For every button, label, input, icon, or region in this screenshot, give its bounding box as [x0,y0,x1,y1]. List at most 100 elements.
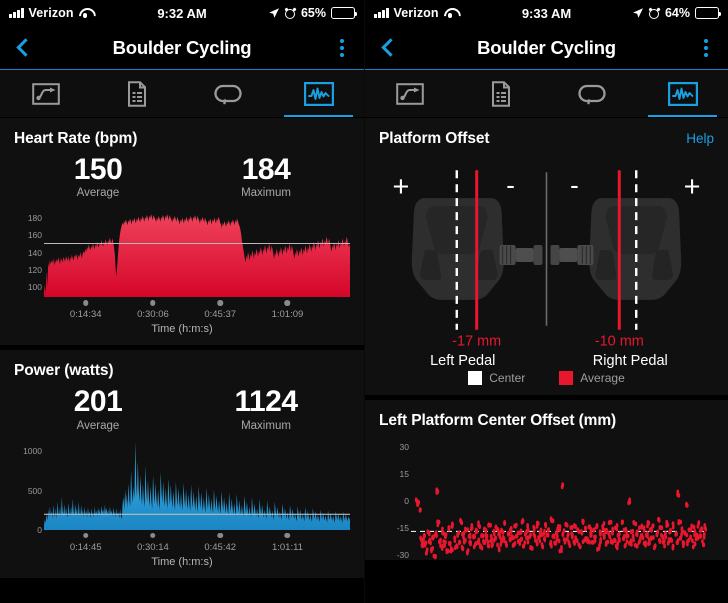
battery-icon [695,7,722,19]
heart-rate-stats: 150 Average 184 Maximum [14,153,350,199]
battery-percent-label: 64% [664,6,690,20]
y-tick-label: -30 [396,549,409,560]
x-tick-label: 0:30:14 [137,541,169,553]
right-offset-value: -10 mm [595,334,644,350]
alarm-clock-icon [648,6,661,19]
card-title: Power (watts) [14,362,114,380]
status-right-group: 64% [632,6,722,20]
wifi-icon [444,8,457,18]
legend-swatch [468,371,483,385]
y-axis-labels: 1000 500 0 [14,442,44,534]
lap-loop-icon [578,84,606,104]
platform-offset-legend: Center Average [379,371,714,385]
stat-value: 1124 [234,385,298,419]
legend-swatch [559,371,574,385]
document-list-icon [127,80,146,107]
right-pedal-graphic [550,198,682,300]
carrier-label: Verizon [28,6,74,20]
stat-value: 184 [241,153,291,186]
y-tick-label: 1000 [23,446,42,457]
stat-label: Average [76,419,120,432]
heart-rate-chart: 180 160 140 120 100 0:14:34 0:30:06 0:45:37 1:0… [14,209,350,335]
chevron-left-icon [380,38,400,57]
chart-waveform-icon [303,81,334,106]
y-tick-label: 0 [404,496,409,506]
right-outer-plus-label: + [684,171,701,203]
tab-laps[interactable] [182,70,273,117]
status-left-group: Verizon [374,6,457,20]
tab-charts[interactable] [637,70,728,117]
plot-area [411,442,714,560]
overflow-menu-icon[interactable] [684,26,728,70]
x-tick-label: 1:01:09 [271,309,304,321]
legend-label: Center [489,371,526,385]
stat-value: 150 [73,153,123,186]
y-axis-labels: 180 160 140 120 100 [14,209,44,297]
map-route-icon [31,82,60,105]
power-card: Power (watts) 201 Average 1124 Maximum 1… [0,350,364,578]
y-tick-label: 500 [27,485,42,496]
x-tick-labels: 0:14:34 0:30:06 0:45:37 1:01:09 [44,309,350,322]
y-tick-label: 160 [27,230,42,241]
power-stats: 201 Average 1124 Maximum [14,385,350,432]
left-offset-value: -17 mm [452,334,501,350]
card-title: Platform Offset [379,130,490,147]
chevron-left-icon [15,38,35,57]
x-tick-label: 0:45:42 [204,541,237,553]
x-axis-title: Time (h:m:s) [151,555,213,568]
tab-map[interactable] [365,70,456,117]
x-tick-dots [44,532,350,542]
legend-label: Average [580,371,625,385]
stat-maximum: 184 Maximum [182,153,350,199]
signal-icon [9,8,24,18]
x-tick-label: 0:14:34 [69,309,102,321]
stat-label: Maximum [241,419,291,432]
x-tick-dot [82,532,89,539]
tab-details[interactable] [456,70,547,117]
back-button[interactable] [0,26,46,70]
nav-bar-left: Boulder Cycling [0,26,364,70]
x-tick-label: 1:01:11 [271,541,303,553]
y-tick-label: 140 [27,247,42,258]
tab-map[interactable] [0,70,91,117]
platform-offset-header: Platform Offset Help [379,130,714,148]
x-tick-label: 0:45:37 [204,309,237,321]
stat-maximum: 1124 Maximum [182,385,350,432]
tab-charts[interactable] [273,70,364,117]
overflow-menu-icon[interactable] [320,26,364,70]
x-tick-dot [284,532,291,539]
lap-loop-icon [213,84,242,104]
page-title: Boulder Cycling [477,36,616,58]
map-route-icon [396,82,425,105]
card-title: Left Platform Center Offset (mm) [379,412,617,429]
status-right-group: 65% [268,6,358,20]
status-bar-right: Verizon 9:33 AM 64% [365,0,728,26]
left-platform-center-offset-card: Left Platform Center Offset (mm) 30 15 0 -1… [365,400,728,560]
heart-rate-card: Heart Rate (bpm) 150 Average 184 Maximum… [0,118,364,346]
legend-item-average: Average [559,371,625,385]
left-outer-plus-label: + [392,171,409,203]
plot-area [44,209,350,298]
x-tick-dot [217,532,223,539]
x-tick-dot [284,300,291,306]
x-tick-dots [44,299,350,309]
heart-rate-area-chart [44,214,350,298]
battery-percent-label: 65% [300,6,326,20]
carrier-label: Verizon [393,6,439,20]
x-tick-dot [150,532,156,539]
help-link[interactable]: Help [686,131,714,146]
dual-screenshot-container: Verizon 9:32 AM 65% Boulder Cycling Hear… [0,0,728,603]
x-tick-dot [217,300,223,306]
offset-scatter-plot [411,482,708,560]
right-content: Platform Offset Help + - - + -17 mm -10 … [365,118,728,603]
page-title: Boulder Cycling [112,36,252,58]
pedal-diagram-svg: + - - + -17 mm -10 mm [392,170,701,350]
right-inner-minus-label: - [570,172,579,200]
stat-value: 201 [73,385,123,419]
scatter-chart: 30 15 0 -15 -30 [379,442,714,560]
tab-laps[interactable] [547,70,638,117]
back-button[interactable] [365,26,411,70]
left-phone-screen: Verizon 9:32 AM 65% Boulder Cycling Hear… [0,0,364,603]
tab-details[interactable] [91,70,182,117]
x-tick-label: 0:14:45 [69,541,102,553]
